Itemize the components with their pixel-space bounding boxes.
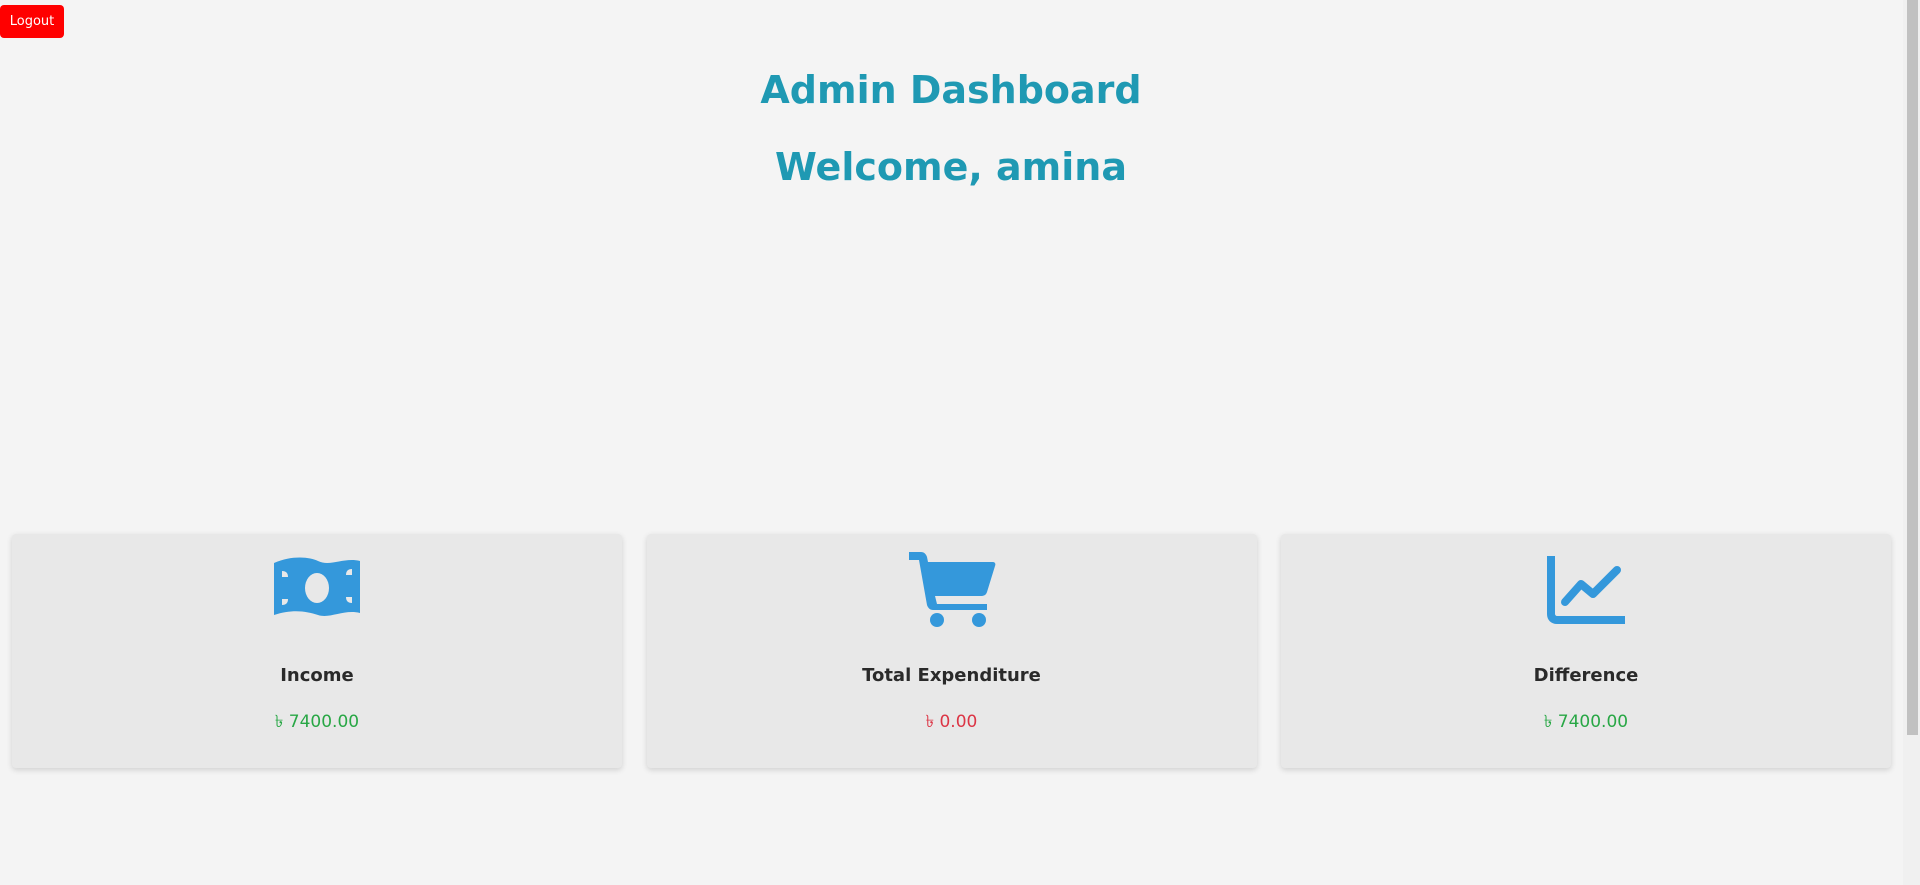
difference-card: Difference ৳ 7400.00	[1281, 534, 1891, 768]
chart-line-icon	[1281, 548, 1891, 628]
difference-value: ৳ 7400.00	[1543, 712, 1629, 732]
income-label: Income	[280, 665, 354, 686]
shopping-cart-icon	[647, 548, 1257, 628]
vertical-scrollbar[interactable]	[1903, 0, 1920, 885]
difference-label: Difference	[1533, 665, 1639, 686]
page: Logout Admin Dashboard Welcome, amina In…	[0, 0, 1920, 885]
money-bill-icon	[12, 548, 622, 628]
income-card: Income ৳ 7400.00	[12, 534, 622, 768]
logout-button[interactable]: Logout	[0, 5, 64, 38]
welcome-heading: Welcome, amina	[775, 145, 1127, 189]
expenditure-card: Total Expenditure ৳ 0.00	[646, 534, 1257, 768]
expenditure-value: ৳ 0.00	[925, 712, 978, 732]
summary-cards: Income ৳ 7400.00 Total Expenditure ৳ 0.0…	[12, 534, 1891, 768]
expenditure-label: Total Expenditure	[862, 665, 1041, 686]
page-title: Admin Dashboard	[760, 68, 1142, 112]
scrollbar-thumb[interactable]	[1907, 0, 1918, 735]
income-value: ৳ 7400.00	[274, 712, 360, 732]
